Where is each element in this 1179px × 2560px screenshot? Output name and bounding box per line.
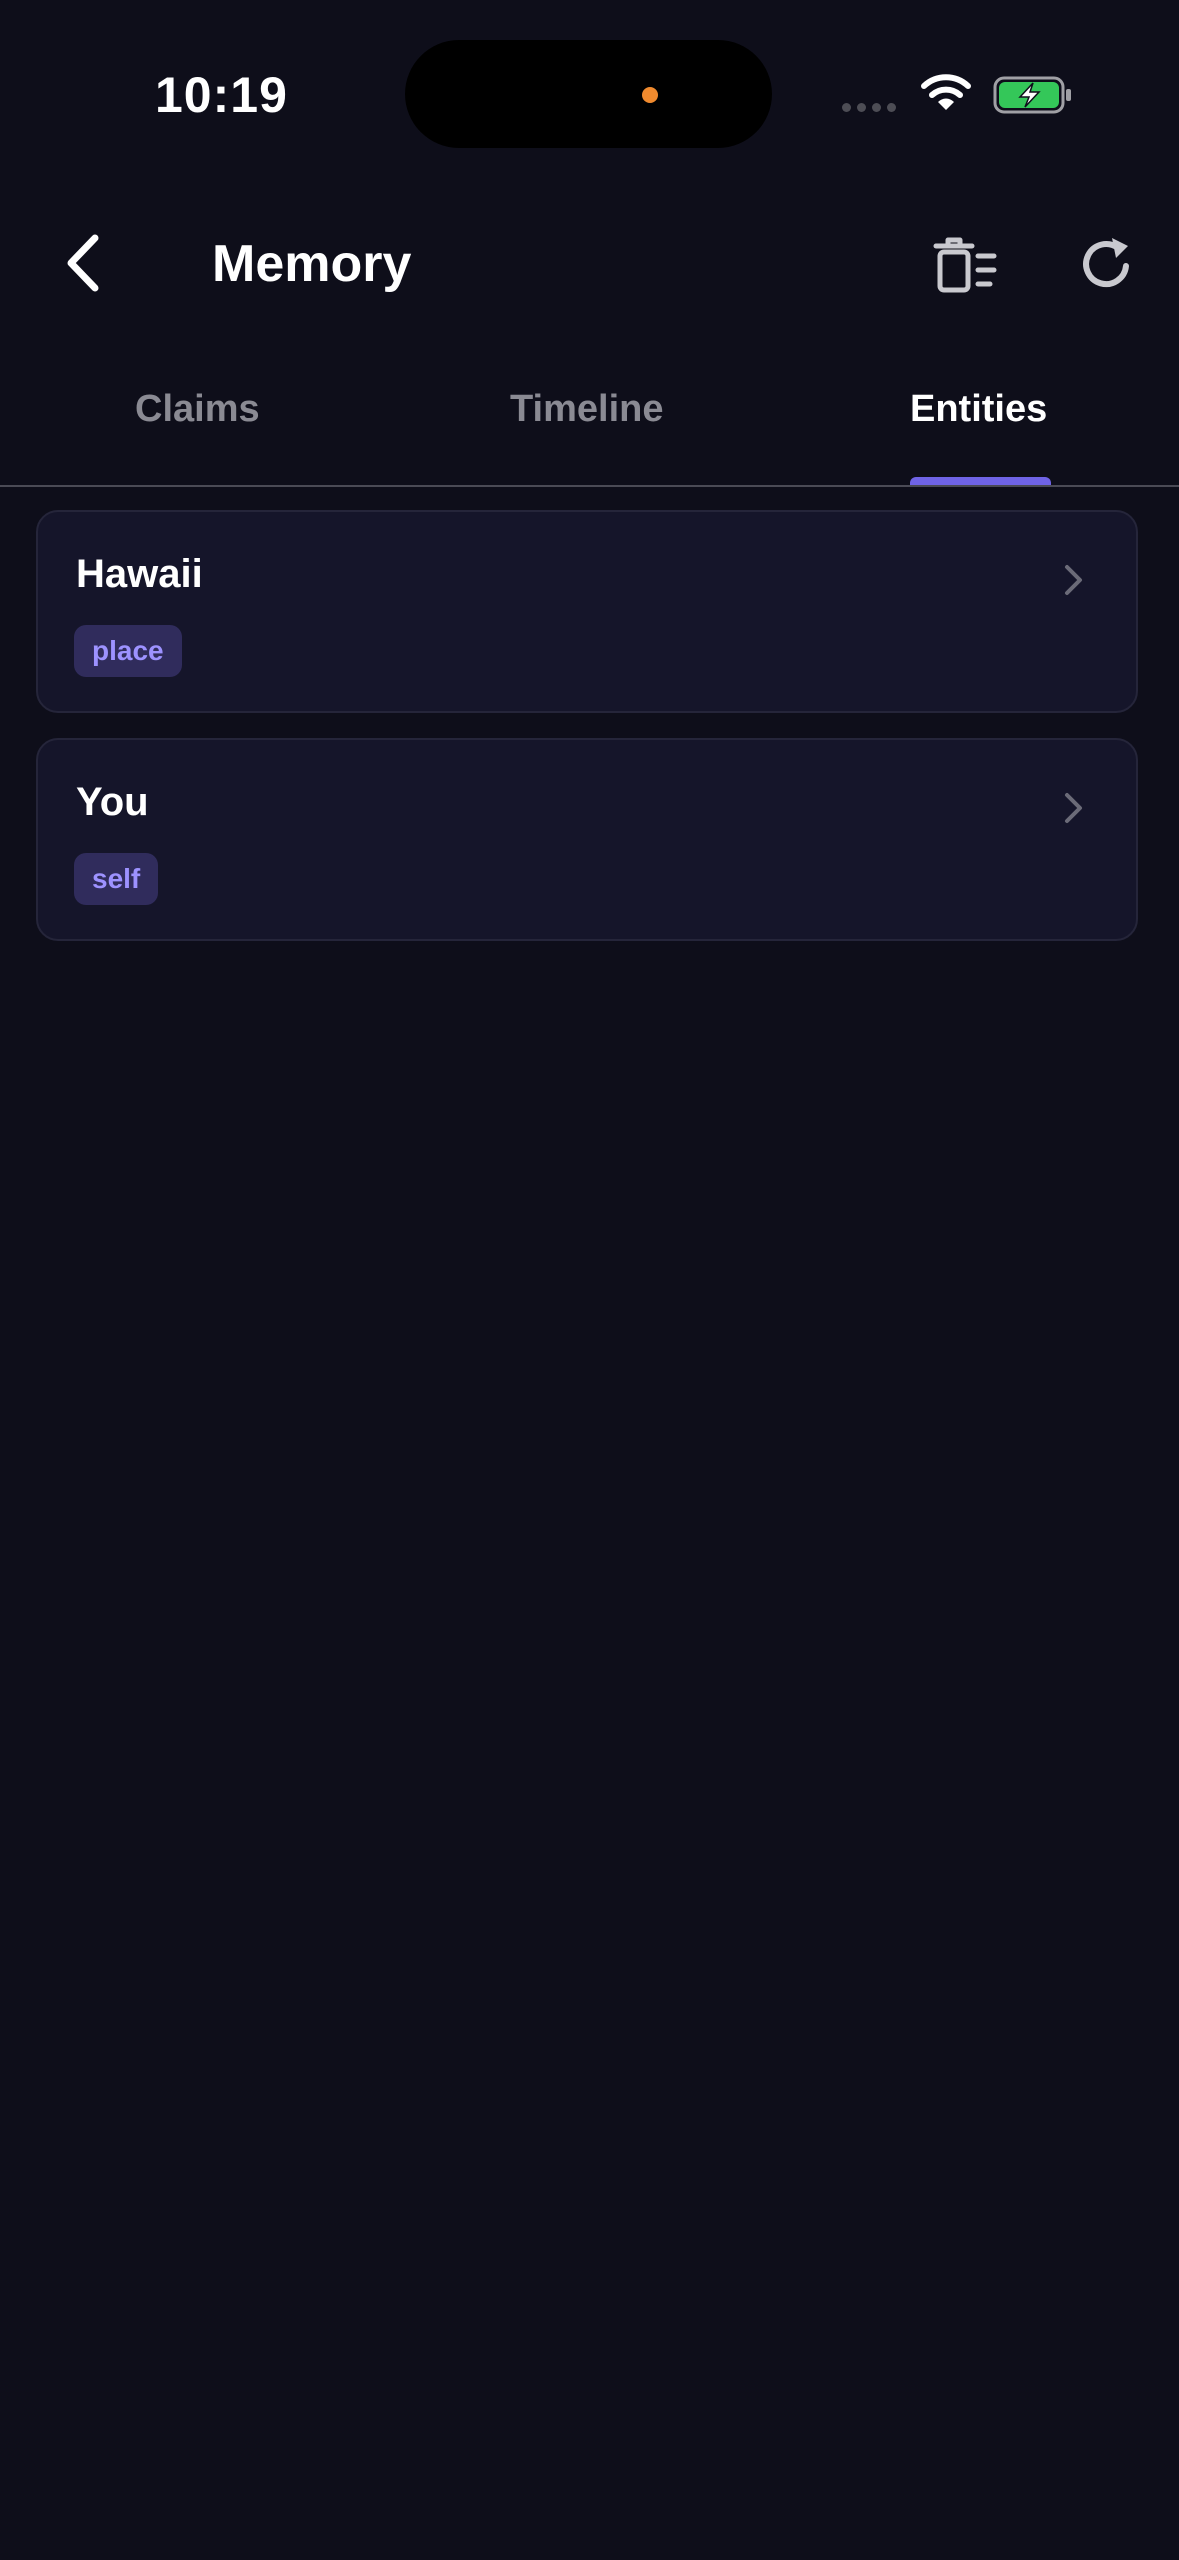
battery-charging-icon (993, 76, 1071, 114)
page-title: Memory (212, 235, 412, 293)
entity-card-hawaii[interactable]: Hawaii place (36, 510, 1138, 713)
signal-icon (842, 103, 896, 112)
entity-type-badge: self (74, 853, 159, 905)
entity-card-you[interactable]: You self (36, 738, 1138, 941)
tab-bar: Claims Timeline Entities (0, 370, 1179, 487)
recording-indicator-dot (642, 87, 658, 103)
wifi-icon (921, 74, 971, 110)
delete-list-icon[interactable] (932, 236, 998, 296)
refresh-icon[interactable] (1078, 234, 1136, 294)
active-tab-indicator (910, 477, 1051, 485)
back-button[interactable] (55, 228, 115, 298)
tab-timeline[interactable]: Timeline (510, 388, 663, 431)
dynamic-island (405, 40, 772, 148)
status-bar: 10:19 (0, 0, 1179, 190)
chevron-right-icon (1065, 565, 1082, 595)
tab-claims[interactable]: Claims (135, 388, 260, 431)
chevron-right-icon (1065, 793, 1082, 823)
status-time: 10:19 (155, 67, 288, 123)
entity-name: Hawaii (76, 552, 203, 596)
entity-type-badge: place (74, 625, 182, 677)
app-header: Memory (0, 200, 1179, 330)
tab-entities[interactable]: Entities (910, 388, 1047, 431)
entity-name: You (76, 780, 149, 824)
